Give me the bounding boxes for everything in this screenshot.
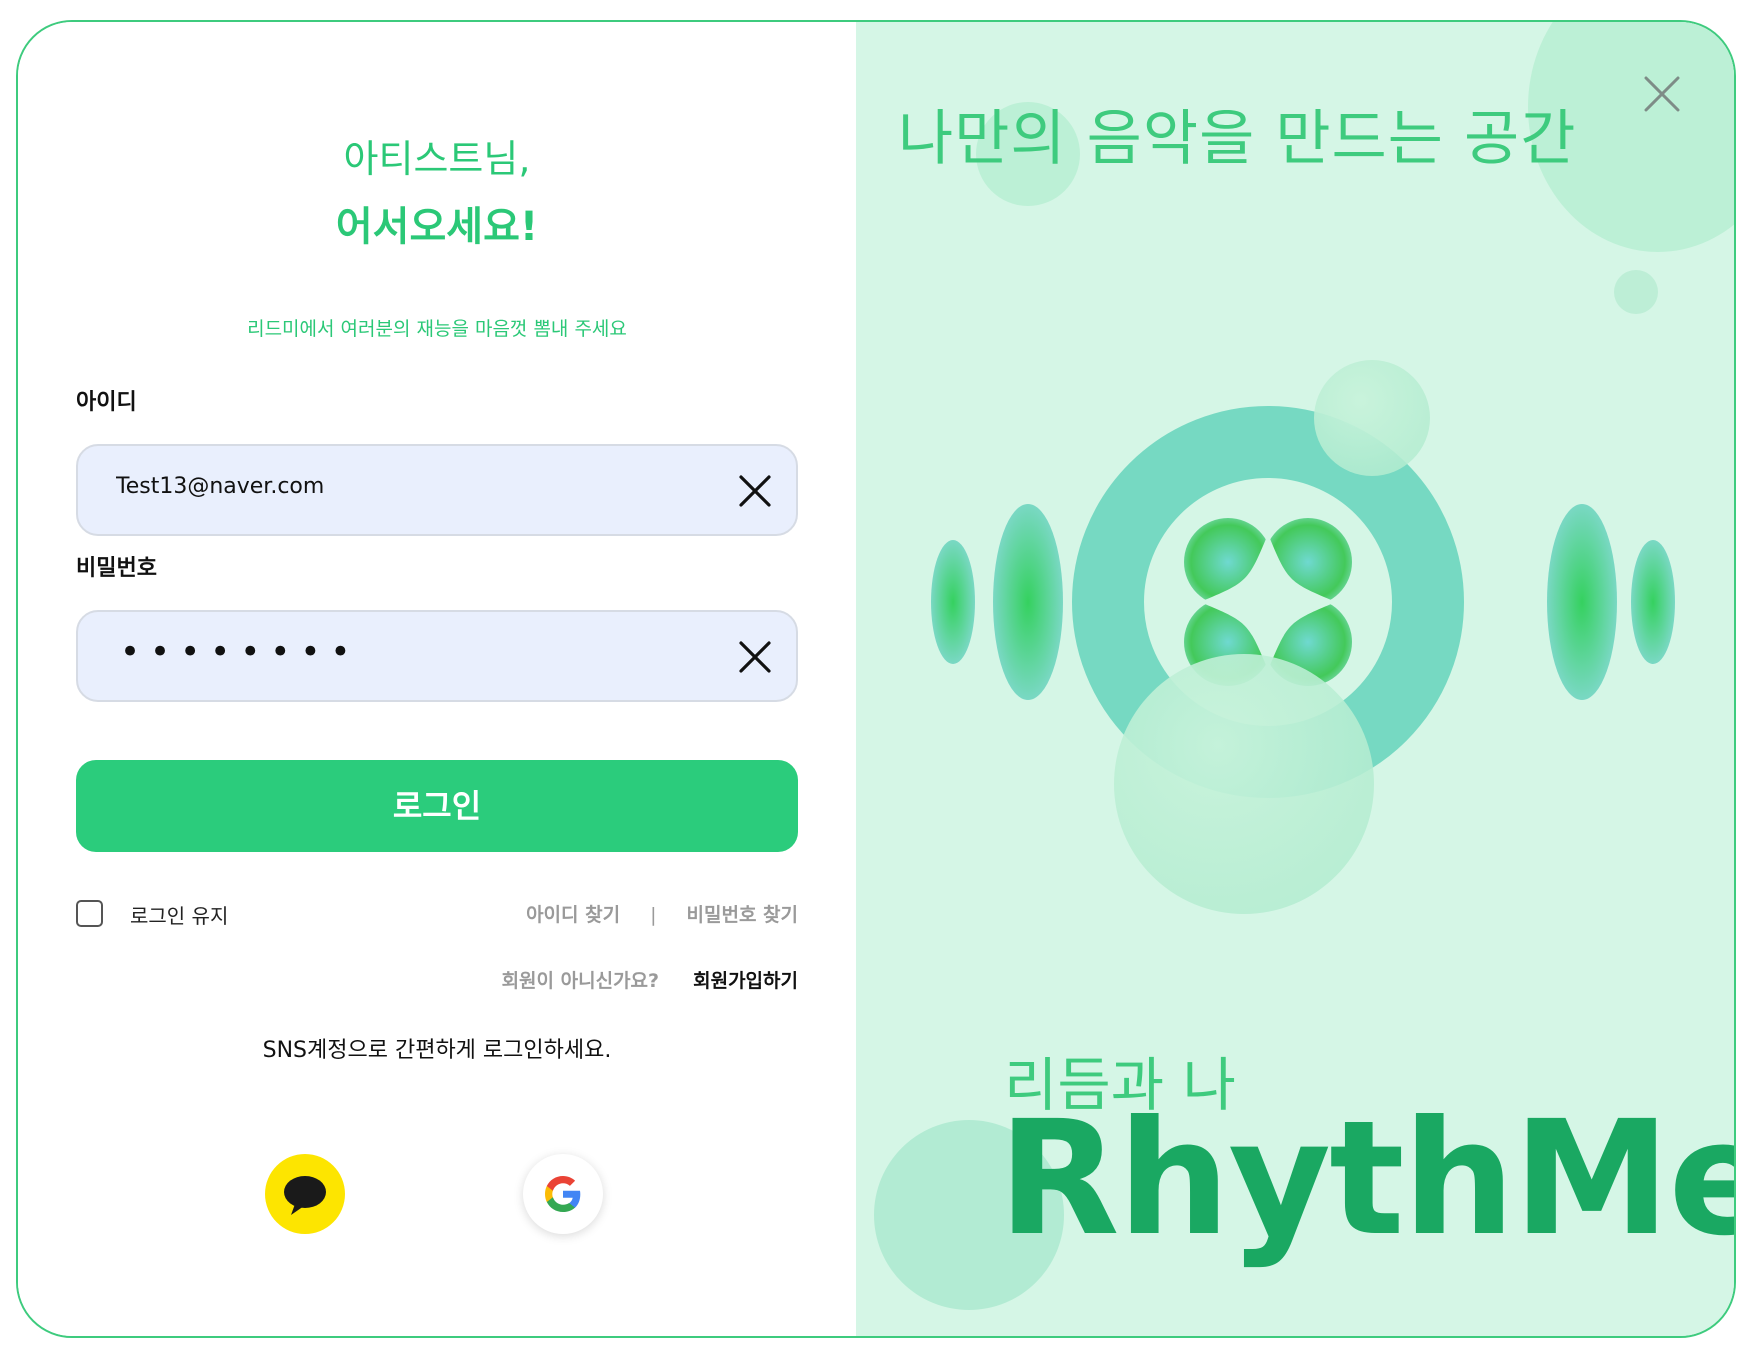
sns-login-text: SNS계정으로 간편하게 로그인하세요. (262, 1038, 612, 1063)
greeting-line-2: 어서오세요! (335, 204, 539, 250)
password-label: 비밀번호 (76, 556, 157, 581)
signup-question: 회원이 아니신가요? (501, 970, 660, 992)
google-icon (545, 1176, 581, 1212)
password-field[interactable]: •••••••• (76, 610, 798, 702)
find-links: 아이디 찾기 | 비밀번호 찾기 (526, 900, 798, 927)
close-icon (739, 475, 771, 507)
password-clear-button[interactable] (734, 636, 776, 678)
login-panel: 아티스트님, 어서오세요! 리드미에서 여러분의 재능을 마음껏 뽐내 주세요 … (18, 22, 856, 1336)
keep-login-label[interactable]: 로그인 유지 (130, 900, 228, 929)
id-input[interactable] (116, 474, 676, 499)
id-field[interactable] (76, 444, 798, 536)
id-label: 아이디 (76, 390, 137, 415)
brand-name: RhythMe (998, 1087, 1736, 1271)
greeting-line-1: 아티스트님, (343, 137, 531, 181)
password-input[interactable]: •••••••• (120, 632, 360, 672)
promo-title: 나만의 음악을 만드는 공간 (898, 104, 1577, 174)
kakao-talk-icon (284, 1176, 326, 1215)
close-icon (1644, 76, 1680, 112)
keep-login-checkbox[interactable] (76, 900, 103, 927)
promo-panel: 나만의 음악을 만드는 공간 리듬과 나 RhythMe (856, 22, 1736, 1336)
signup-link[interactable]: 회원가입하기 (693, 970, 798, 992)
find-id-link[interactable]: 아이디 찾기 (526, 904, 620, 926)
subtitle: 리드미에서 여러분의 재능을 마음껏 뽐내 주세요 (247, 318, 627, 340)
login-button[interactable]: 로그인 (76, 760, 798, 852)
id-clear-button[interactable] (734, 470, 776, 512)
kakao-login-button[interactable] (265, 1154, 345, 1234)
close-button[interactable] (1642, 74, 1682, 114)
link-separator: | (650, 904, 657, 926)
signup-row: 회원이 아니신가요? 회원가입하기 (502, 966, 798, 993)
google-login-button[interactable] (523, 1154, 603, 1234)
login-modal: 아티스트님, 어서오세요! 리드미에서 여러분의 재능을 마음껏 뽐내 주세요 … (16, 20, 1736, 1338)
find-password-link[interactable]: 비밀번호 찾기 (687, 904, 799, 926)
close-icon (739, 641, 771, 673)
